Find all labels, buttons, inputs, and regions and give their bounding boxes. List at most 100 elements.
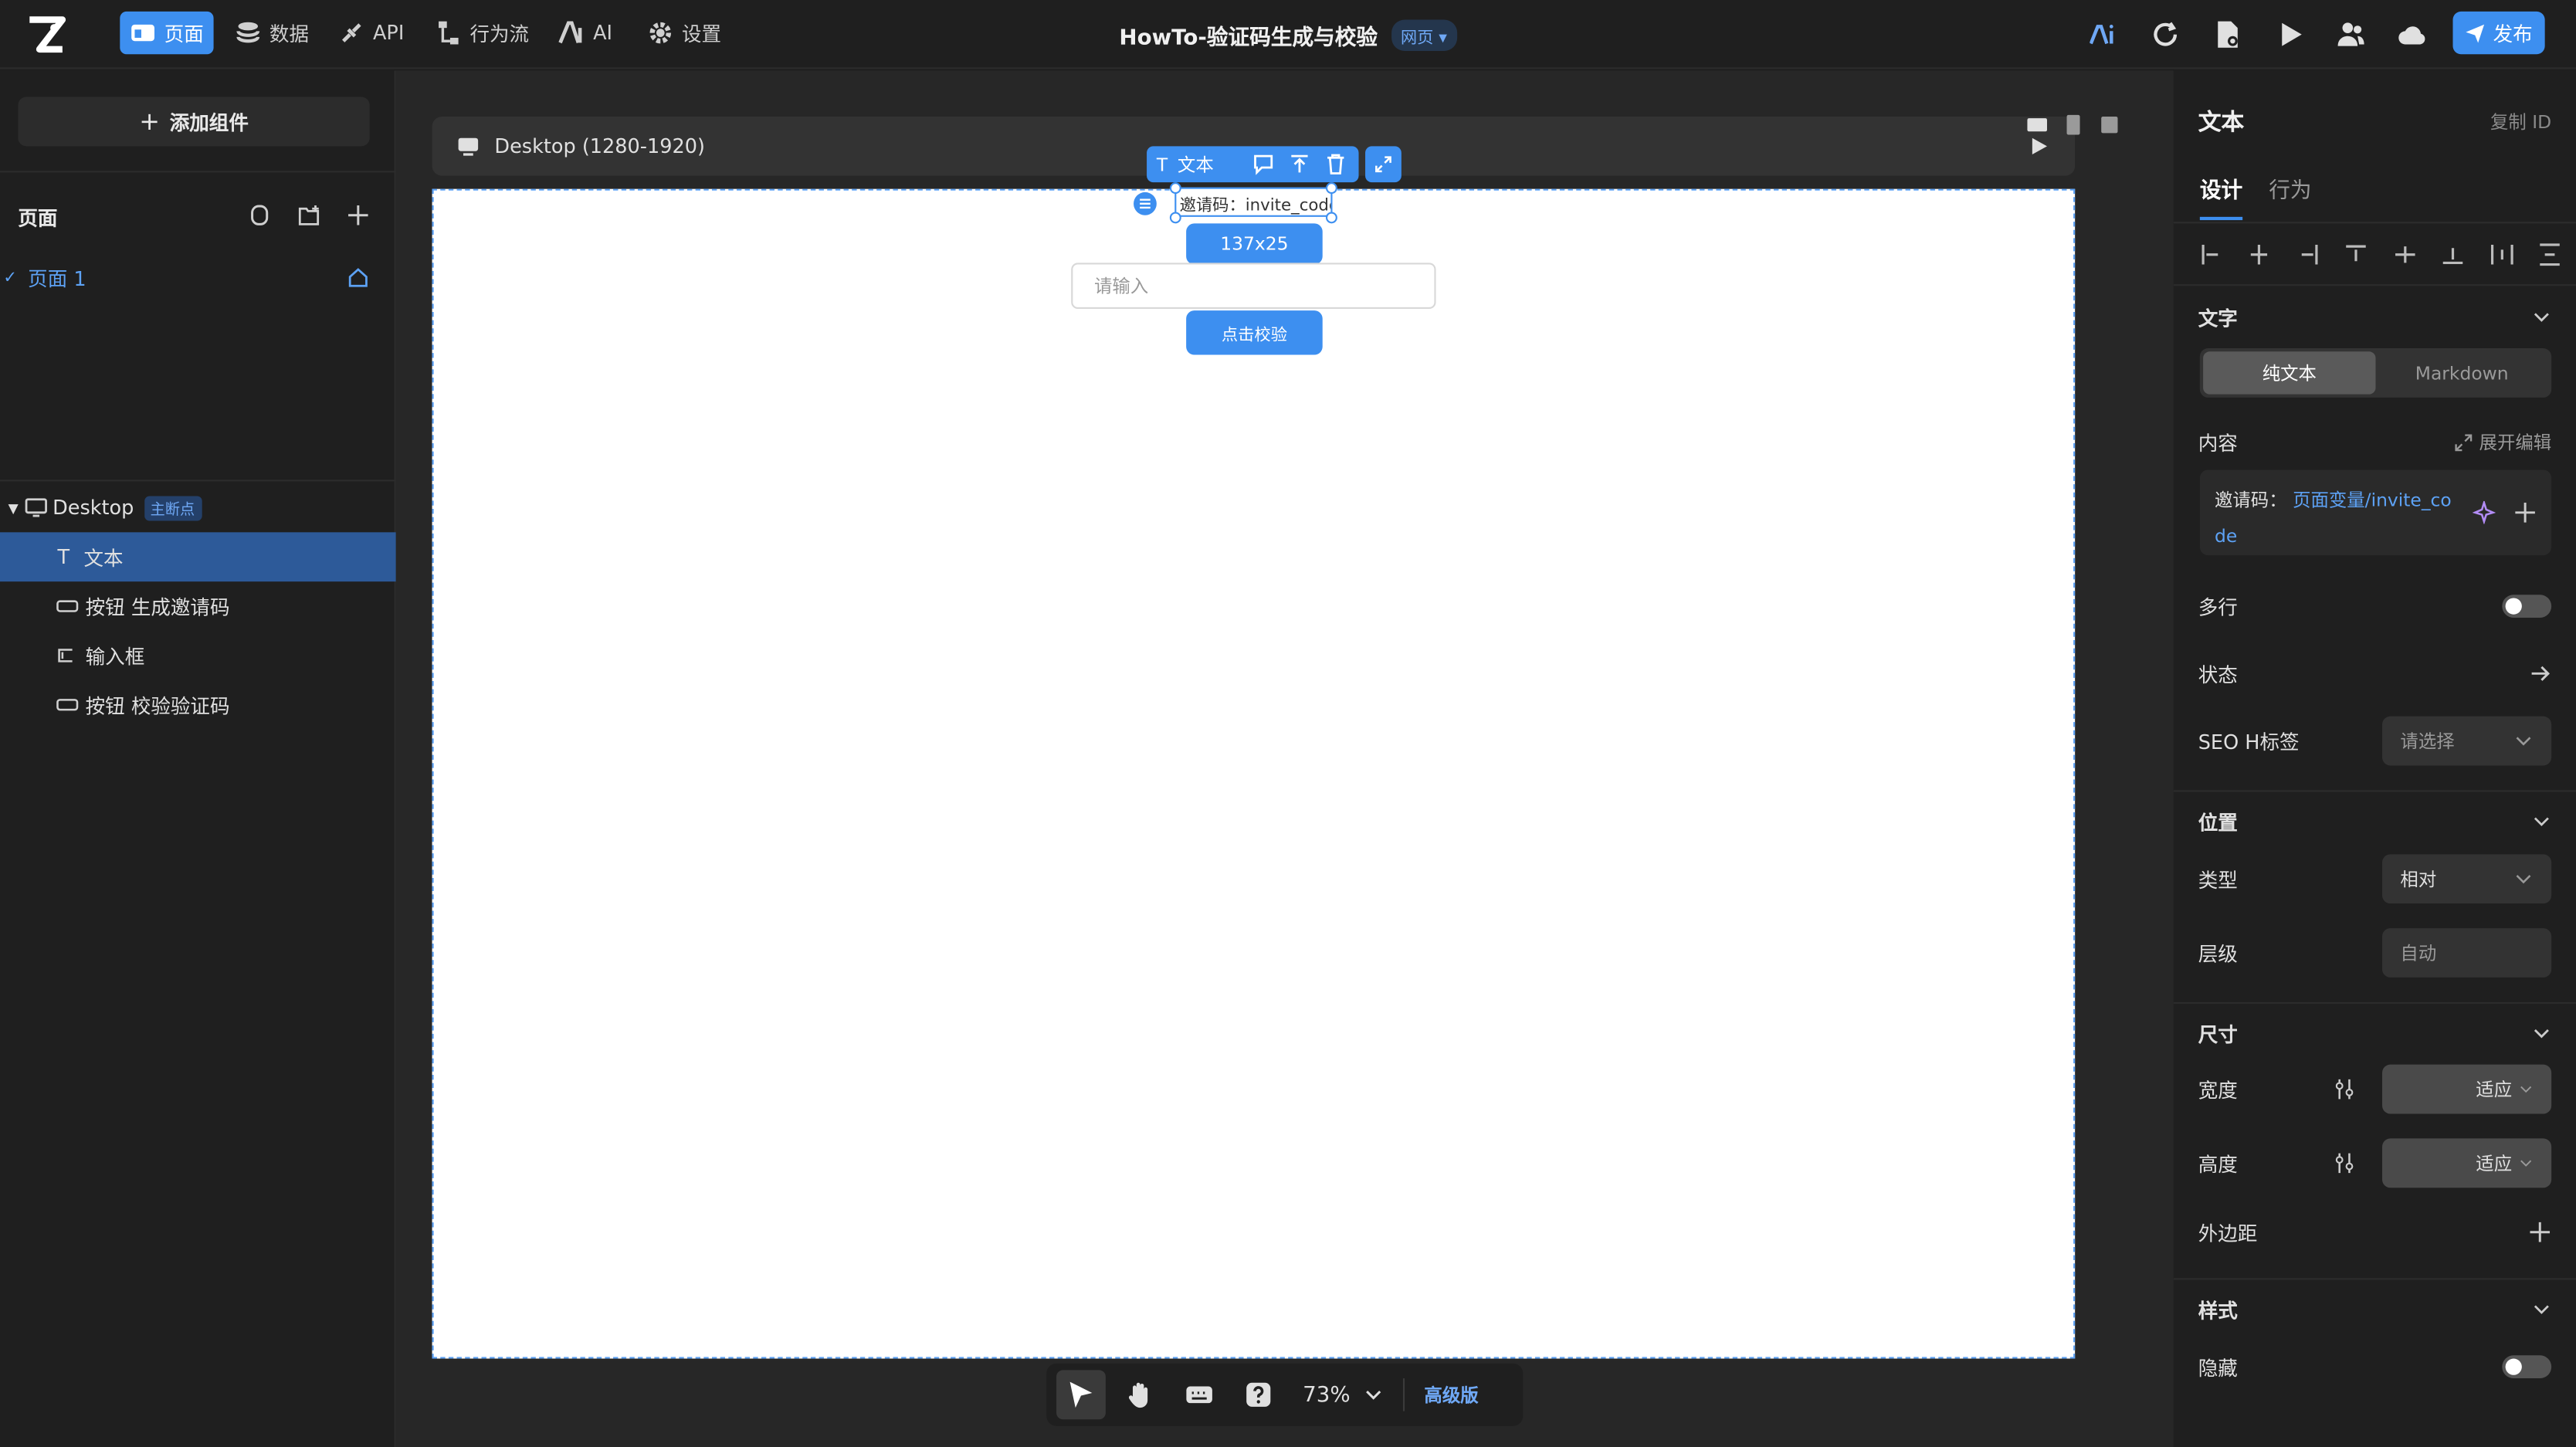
tablet-device-icon[interactable] [2060,112,2086,138]
project-title: HowTo-验证码生成与校验 [1119,25,1378,50]
selected-text-element[interactable]: 邀请码：invite_code [1174,187,1333,217]
chevron-down-icon [2516,737,2531,746]
help-icon[interactable] [1234,1370,1283,1419]
nav-ai[interactable]: AI [549,12,622,54]
layer-input[interactable]: 自动 [2382,928,2552,978]
logo-icon[interactable] [23,13,69,56]
caret-down-icon: ▼ [8,500,19,516]
trash-icon[interactable] [1323,151,1349,178]
list-handle-icon[interactable] [1134,191,1157,215]
margin-row: 外边距 [2198,1219,2551,1245]
content-label: 内容 [2198,431,2238,455]
mode-plain-text[interactable]: 纯文本 [2203,351,2376,395]
distribute-h-icon[interactable] [2490,243,2513,266]
tree-item-label: 文本 [83,546,124,570]
ai-assistant-icon[interactable] [2083,18,2126,51]
nav-data[interactable]: 数据 [225,12,318,54]
ai-sparkle-icon[interactable] [2473,500,2496,524]
align-left-icon[interactable] [2200,243,2223,266]
publish-button[interactable]: 发布 [2452,11,2545,55]
nav-flow[interactable]: 行为流 [425,12,539,54]
tree-item-label: 按钮 校验验证码 [85,693,230,717]
layer-value: 自动 [2400,943,2437,964]
distribute-v-icon[interactable] [2538,243,2561,266]
style-section-header[interactable]: 样式 [2198,1296,2551,1323]
text-section-header[interactable]: 文字 [2198,304,2551,330]
height-adjust-icon[interactable] [2333,1151,2356,1174]
tree-item-input[interactable]: 输入框 [0,631,396,680]
nav-api[interactable]: API [329,12,415,54]
tab-design[interactable]: 设计 [2199,172,2243,221]
hidden-row: 隐藏 [2198,1354,2552,1380]
tree-item-text[interactable]: T 文本 [0,532,396,582]
tree-item-generate-button[interactable]: 按钮 生成邀请码 [0,581,396,631]
align-bottom-icon[interactable] [2442,243,2465,266]
align-top-icon[interactable] [2345,243,2368,266]
select-tool-icon[interactable] [1056,1370,1106,1420]
tab-behavior[interactable]: 行为 [2269,172,2311,222]
seo-select[interactable]: 请选择 [2382,716,2552,766]
content-variable-chip[interactable]: 页面变量/invite_co [2293,490,2452,511]
nav-settings[interactable]: 设置 [638,12,731,54]
home-icon[interactable] [345,265,371,291]
refresh-icon[interactable] [2149,18,2182,51]
artboard[interactable] [432,188,2076,1359]
height-select[interactable]: 适应 [2382,1138,2552,1188]
nav-page[interactable]: 页面 [120,11,214,55]
plus-icon[interactable] [2513,501,2537,524]
component-icon[interactable] [246,202,273,229]
comment-icon[interactable] [1250,151,1276,178]
text-icon: T [57,545,70,569]
align-top-icon[interactable] [1286,151,1313,178]
align-center-h-icon[interactable] [2248,243,2271,266]
position-type-select[interactable]: 相对 [2382,854,2552,904]
keyboard-icon[interactable] [1174,1370,1224,1419]
width-adjust-icon[interactable] [2333,1078,2356,1101]
edition-badge[interactable]: 高级版 [1424,1381,1478,1408]
page-item[interactable]: ✓ 页面 1 [0,261,396,294]
expand-icon[interactable] [1365,146,1402,183]
mobile-device-icon[interactable] [2096,112,2123,138]
ai-icon [558,21,582,44]
resize-handle[interactable] [1169,182,1181,195]
users-icon[interactable] [2334,18,2368,51]
hand-tool-icon[interactable] [1116,1370,1165,1419]
right-panel: 文本 复制 ID 设计 行为 文字 纯文本 Markdown 内容 展开编辑 邀… [2173,70,2576,1447]
mode-markdown[interactable]: Markdown [2376,351,2548,394]
copy-id-link[interactable]: 复制 ID [2490,108,2551,134]
add-folder-icon[interactable] [296,202,322,229]
state-row[interactable]: 状态 [2198,660,2551,686]
height-label: 高度 [2198,1152,2238,1176]
expand-edit-link[interactable]: 展开编辑 [2455,429,2551,455]
tree-root-desktop[interactable]: ▼ Desktop 主断点 [0,483,396,533]
content-editor[interactable]: 邀请码： 页面变量/invite_co de [2199,469,2552,556]
chevron-down-icon [2534,1305,2549,1314]
add-component-button[interactable]: + 添加组件 [18,97,370,147]
plus-icon[interactable] [2528,1221,2551,1244]
resize-handle[interactable] [1169,212,1181,224]
hidden-toggle[interactable] [2502,1355,2552,1379]
resize-handle[interactable] [1325,182,1337,195]
resize-handle[interactable] [1325,212,1337,224]
cloud-icon[interactable] [2395,18,2429,51]
zoom-dropdown[interactable]: 73% [1303,1382,1383,1407]
file-settings-icon[interactable] [2212,18,2245,51]
state-label: 状态 [2198,663,2238,686]
canvas-verify-button[interactable]: 点击校验 [1186,310,1323,355]
plus-icon: + [139,107,160,137]
play-icon[interactable] [2274,18,2307,51]
width-select[interactable]: 适应 [2382,1064,2552,1114]
project-type-badge[interactable]: 网页 ▾ [1391,19,1457,50]
divider [0,171,396,173]
size-section-header[interactable]: 尺寸 [2198,1020,2551,1046]
align-center-v-icon[interactable] [2393,243,2416,266]
multiline-toggle[interactable] [2502,595,2552,618]
position-section-header[interactable]: 位置 [2198,808,2551,835]
canvas-area[interactable]: Desktop (1280-1920) T 文本 邀请码：invite_code… [395,70,2174,1447]
add-page-icon[interactable] [345,202,371,229]
align-right-icon[interactable] [2296,243,2320,266]
canvas-input-field[interactable]: 请输入 [1071,263,1436,309]
desktop-device-icon[interactable] [2024,112,2050,138]
position-type-value: 相对 [2400,869,2437,891]
tree-item-verify-button[interactable]: 按钮 校验验证码 [0,680,396,730]
